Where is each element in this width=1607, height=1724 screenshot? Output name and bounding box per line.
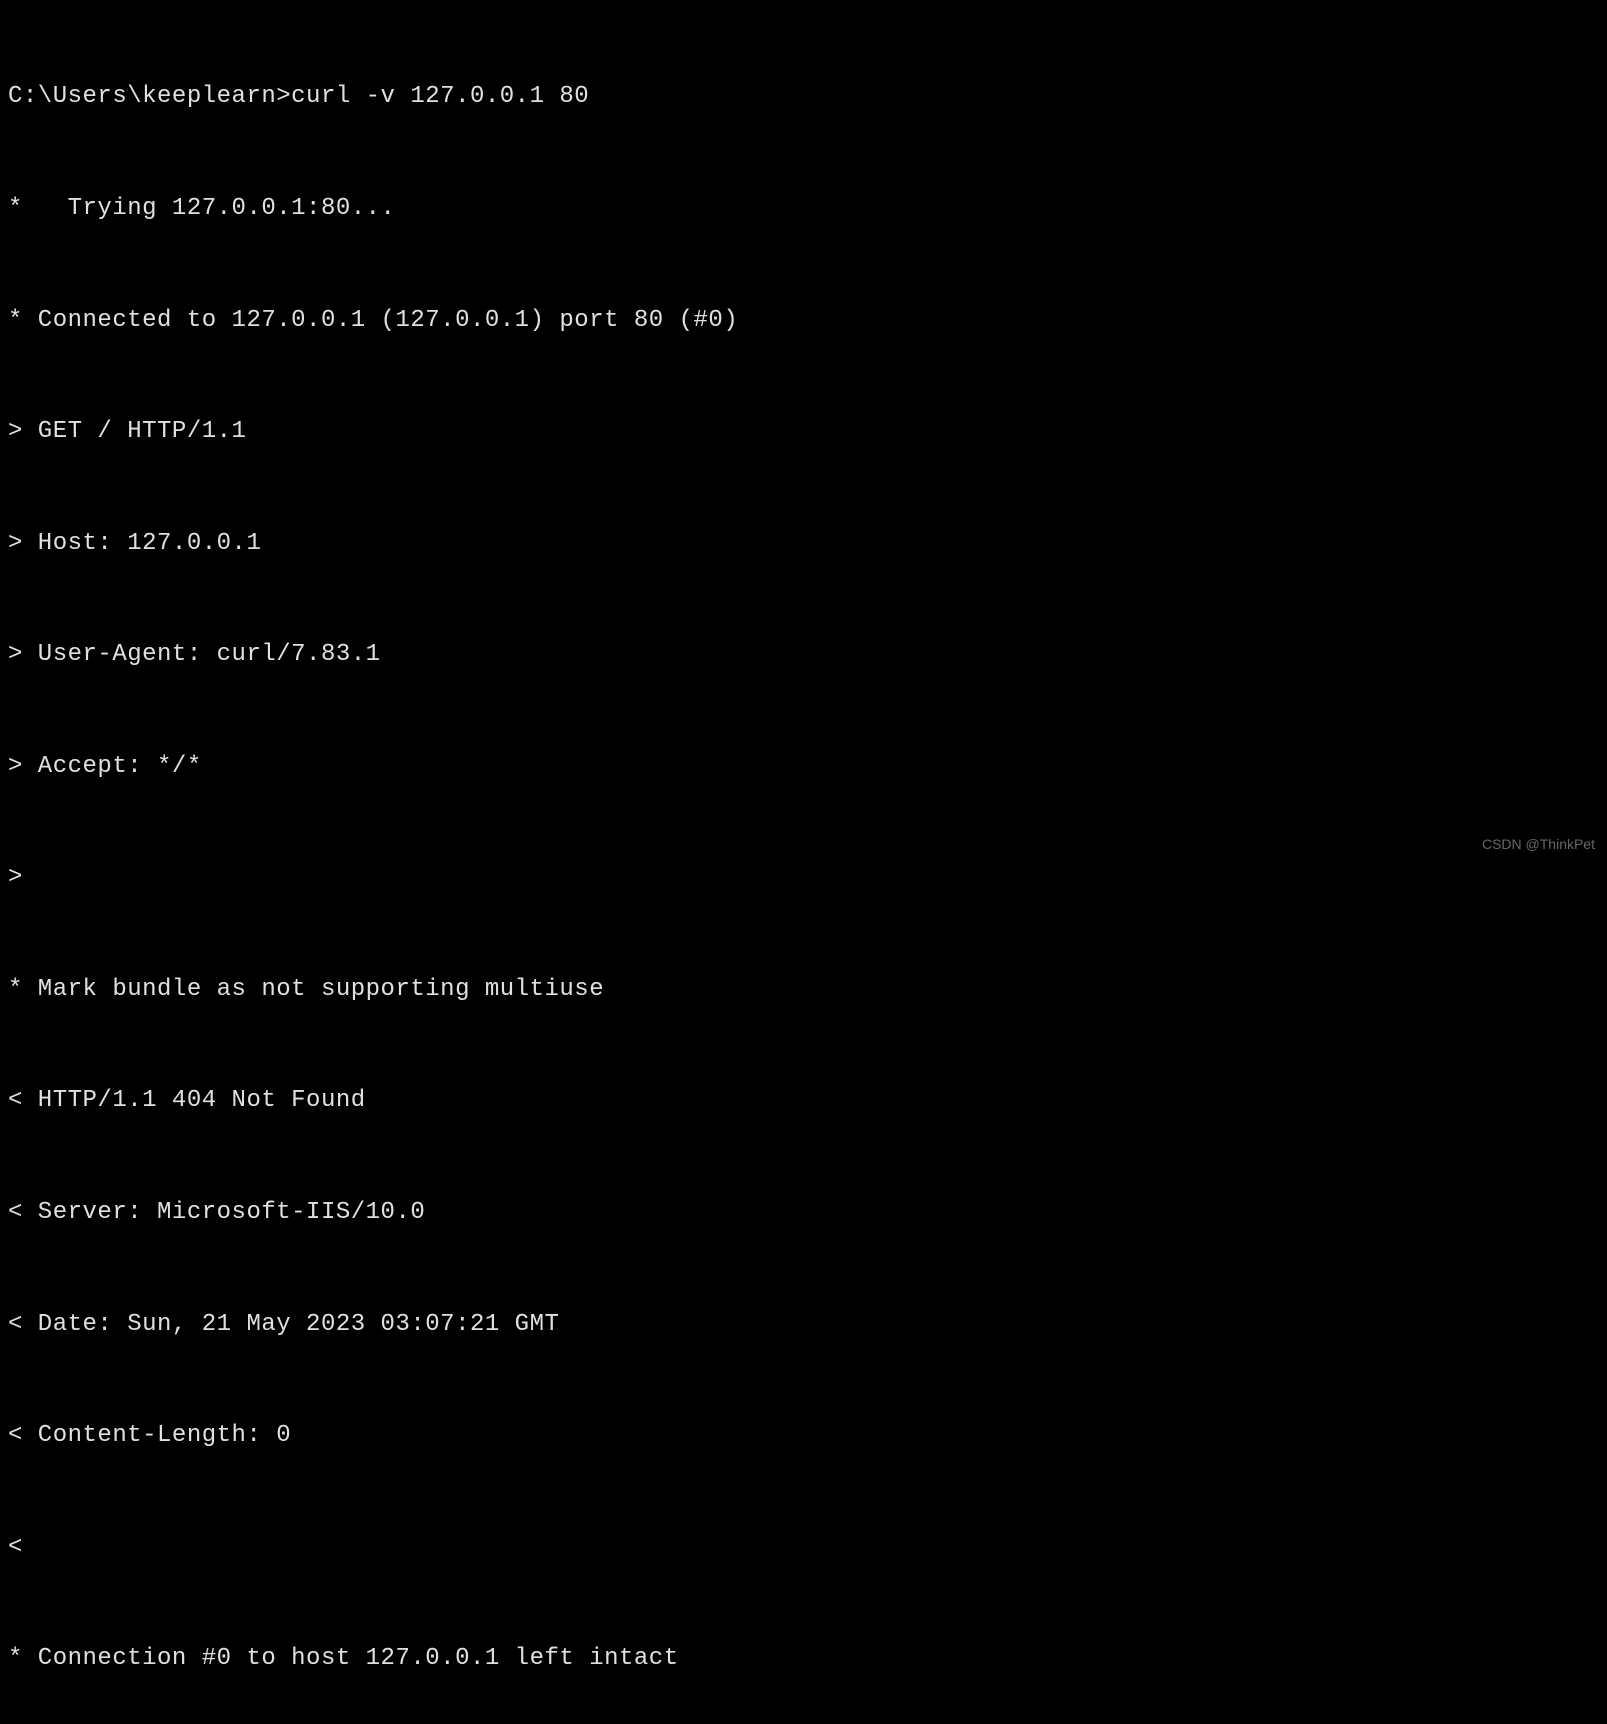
terminal-line: * Connected to 127.0.0.1 (127.0.0.1) por… — [8, 302, 1599, 339]
terminal-line: * Connection #0 to host 127.0.0.1 left i… — [8, 1640, 1599, 1677]
watermark-text: CSDN @ThinkPet — [1482, 834, 1595, 856]
terminal-line: < Date: Sun, 21 May 2023 03:07:21 GMT — [8, 1306, 1599, 1343]
terminal-line: > Host: 127.0.0.1 — [8, 525, 1599, 562]
terminal-line: C:\Users\keeplearn>curl -v 127.0.0.1 80 — [8, 78, 1599, 115]
terminal-line: > — [8, 859, 1599, 896]
terminal-line: > User-Agent: curl/7.83.1 — [8, 636, 1599, 673]
terminal-line: > Accept: */* — [8, 748, 1599, 785]
terminal-line: * Trying 127.0.0.1:80... — [8, 190, 1599, 227]
terminal-line: < Server: Microsoft-IIS/10.0 — [8, 1194, 1599, 1231]
terminal-line: * Mark bundle as not supporting multiuse — [8, 971, 1599, 1008]
terminal-line: > GET / HTTP/1.1 — [8, 413, 1599, 450]
terminal-line: < HTTP/1.1 404 Not Found — [8, 1082, 1599, 1119]
terminal-line: < Content-Length: 0 — [8, 1417, 1599, 1454]
terminal-output[interactable]: C:\Users\keeplearn>curl -v 127.0.0.1 80 … — [8, 4, 1599, 1724]
terminal-line: < — [8, 1529, 1599, 1566]
